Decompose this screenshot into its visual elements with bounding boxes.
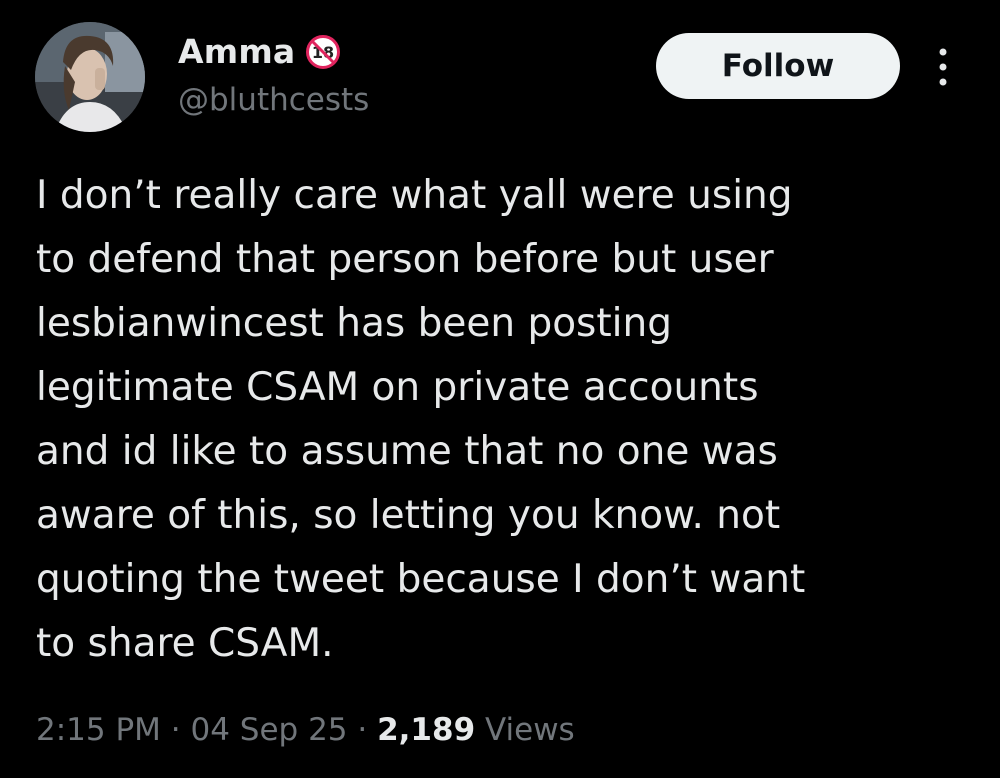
follow-button[interactable]: Follow: [656, 33, 900, 99]
tweet-text-line: I don’t really care what yall were using: [36, 173, 793, 218]
views-label: Views: [475, 712, 575, 748]
tweet-date[interactable]: 04 Sep 25: [190, 712, 347, 748]
author-handle[interactable]: @bluthcests: [178, 82, 369, 118]
tweet-meta: 2:15 PM · 04 Sep 25 · 2,189 Views: [36, 712, 575, 748]
meta-separator: ·: [160, 712, 191, 748]
tweet-text-line: legitimate CSAM on private accounts: [36, 365, 759, 410]
tweet-text: I don’t really care what yall were using…: [36, 164, 986, 676]
tweet-text-line: and id like to assume that no one was: [36, 429, 778, 474]
author-name-row: Amma 18: [178, 32, 341, 71]
tweet-header: Amma 18 @bluthcests Follow: [0, 0, 1000, 150]
more-vertical-icon[interactable]: [928, 46, 958, 88]
avatar[interactable]: [35, 22, 145, 132]
tweet-time[interactable]: 2:15 PM: [36, 712, 161, 748]
tweet-text-line: aware of this, so letting you know. not: [36, 493, 781, 538]
avatar-image: [35, 22, 145, 132]
views-count[interactable]: 2,189: [377, 712, 475, 748]
meta-separator: ·: [347, 712, 378, 748]
no-under-18-icon: 18: [305, 34, 341, 70]
tweet-text-line: to share CSAM.: [36, 621, 334, 666]
tweet-text-line: lesbianwincest has been posting: [36, 301, 672, 346]
author-display-name[interactable]: Amma: [178, 32, 295, 71]
tweet-text-line: quoting the tweet because I don’t want: [36, 557, 806, 602]
tweet-text-line: to defend that person before but user: [36, 237, 774, 282]
